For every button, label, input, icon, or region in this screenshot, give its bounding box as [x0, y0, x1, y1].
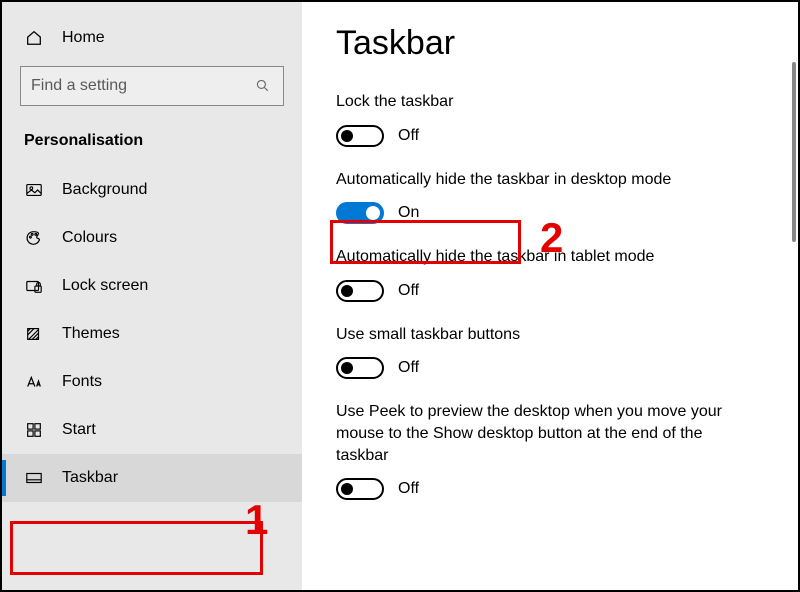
sidebar-item-label: Lock screen [62, 277, 148, 295]
sidebar-item-label: Background [62, 181, 147, 199]
setting-auto-hide-tablet: Automatically hide the taskbar in tablet… [336, 246, 784, 302]
toggle-state: Off [398, 359, 419, 377]
setting-use-peek: Use Peek to preview the desktop when you… [336, 401, 784, 500]
sidebar-home[interactable]: Home [2, 20, 302, 62]
main-content: Taskbar Lock the taskbar Off Automatical… [302, 2, 798, 590]
setting-label: Automatically hide the taskbar in tablet… [336, 246, 756, 268]
sidebar-item-start[interactable]: Start [2, 406, 302, 454]
setting-label: Lock the taskbar [336, 91, 756, 113]
sidebar-item-label: Fonts [62, 373, 102, 391]
sidebar-item-background[interactable]: Background [2, 166, 302, 214]
palette-icon [24, 228, 44, 248]
scrollbar[interactable] [792, 62, 796, 242]
toggle-use-peek[interactable] [336, 478, 384, 500]
setting-lock-taskbar: Lock the taskbar Off [336, 91, 784, 147]
start-icon [24, 420, 44, 440]
sidebar-home-label: Home [62, 29, 105, 47]
setting-label: Use Peek to preview the desktop when you… [336, 401, 756, 466]
toggle-state: Off [398, 480, 419, 498]
lock-screen-icon [24, 276, 44, 296]
sidebar-item-taskbar[interactable]: Taskbar [2, 454, 302, 502]
sidebar-item-label: Colours [62, 229, 117, 247]
toggle-auto-hide-tablet[interactable] [336, 280, 384, 302]
setting-label: Use small taskbar buttons [336, 324, 756, 346]
sidebar-item-lock-screen[interactable]: Lock screen [2, 262, 302, 310]
search-input[interactable]: Find a setting [20, 66, 284, 106]
taskbar-icon [24, 468, 44, 488]
sidebar-item-themes[interactable]: Themes [2, 310, 302, 358]
settings-window: Home Find a setting Personalisation Back… [0, 0, 800, 592]
setting-label: Automatically hide the taskbar in deskto… [336, 169, 756, 191]
toggle-lock-taskbar[interactable] [336, 125, 384, 147]
page-title: Taskbar [336, 24, 784, 63]
sidebar-item-colours[interactable]: Colours [2, 214, 302, 262]
sidebar-item-label: Taskbar [62, 469, 118, 487]
setting-auto-hide-desktop: Automatically hide the taskbar in deskto… [336, 169, 784, 225]
themes-icon [24, 324, 44, 344]
toggle-auto-hide-desktop[interactable] [336, 202, 384, 224]
search-placeholder: Find a setting [31, 77, 127, 95]
fonts-icon [24, 372, 44, 392]
sidebar-item-fonts[interactable]: Fonts [2, 358, 302, 406]
sidebar: Home Find a setting Personalisation Back… [2, 2, 302, 590]
sidebar-section-title: Personalisation [2, 124, 302, 166]
toggle-state: Off [398, 282, 419, 300]
home-icon [24, 28, 44, 48]
search-icon [253, 76, 273, 96]
picture-icon [24, 180, 44, 200]
sidebar-item-label: Start [62, 421, 96, 439]
toggle-state: Off [398, 127, 419, 145]
toggle-small-buttons[interactable] [336, 357, 384, 379]
sidebar-item-label: Themes [62, 325, 120, 343]
setting-small-buttons: Use small taskbar buttons Off [336, 324, 784, 380]
toggle-state: On [398, 204, 419, 222]
